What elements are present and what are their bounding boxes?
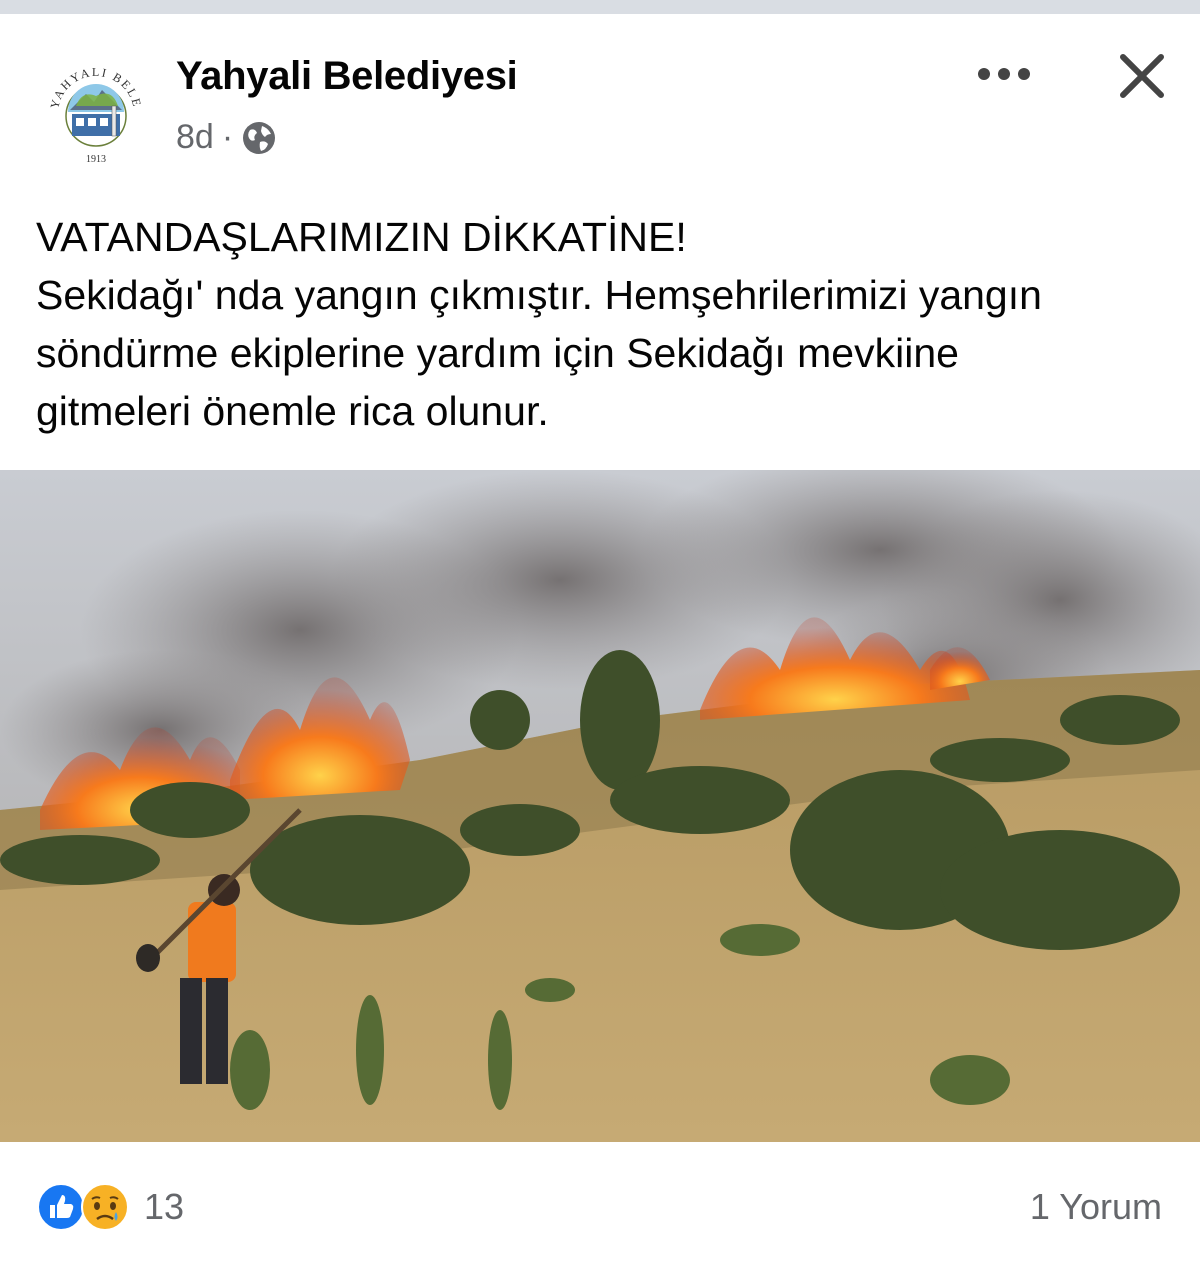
post-meta: 8d · bbox=[176, 118, 277, 157]
comment-count-link[interactable]: 1 Yorum bbox=[1030, 1186, 1162, 1228]
post-message: VATANDAŞLARIMIZIN DİKKATİNE! Sekidağı' n… bbox=[36, 208, 1176, 440]
post-photo[interactable] bbox=[0, 470, 1200, 1142]
more-options-button[interactable] bbox=[966, 54, 1042, 94]
meta-separator: · bbox=[221, 118, 234, 156]
close-button[interactable] bbox=[1110, 44, 1174, 108]
post-header: YAHYALI BELEDİYESİ 1913 Yahyali Belediye… bbox=[0, 14, 1200, 184]
municipality-logo-icon: YAHYALI BELEDİYESİ 1913 bbox=[31, 39, 154, 168]
reaction-summary[interactable]: 13 bbox=[36, 1182, 184, 1232]
svg-text:1913: 1913 bbox=[86, 154, 106, 165]
post-line: gitmeleri önemle rica olunur. bbox=[36, 388, 549, 434]
wildfire-photo bbox=[0, 470, 1200, 1142]
post-footer: 13 1 Yorum bbox=[0, 1142, 1200, 1264]
post-line: VATANDAŞLARIMIZIN DİKKATİNE! bbox=[36, 214, 687, 260]
post-line: söndürme ekiplerine yardım için Sekidağı… bbox=[36, 330, 959, 376]
page-avatar[interactable]: YAHYALI BELEDİYESİ 1913 bbox=[31, 39, 156, 170]
top-divider bbox=[0, 0, 1200, 14]
post-line: Sekidağı' nda yangın çıkmıştır. Hemşehri… bbox=[36, 272, 1042, 318]
post-timestamp[interactable]: 8d bbox=[176, 118, 214, 157]
page-name[interactable]: Yahyali Belediyesi bbox=[176, 54, 518, 99]
globe-icon bbox=[241, 120, 277, 156]
sad-icon bbox=[80, 1182, 130, 1232]
reaction-count: 13 bbox=[144, 1186, 185, 1227]
close-icon bbox=[1120, 54, 1164, 98]
like-icon bbox=[36, 1182, 86, 1232]
ellipsis-icon bbox=[978, 68, 1030, 80]
